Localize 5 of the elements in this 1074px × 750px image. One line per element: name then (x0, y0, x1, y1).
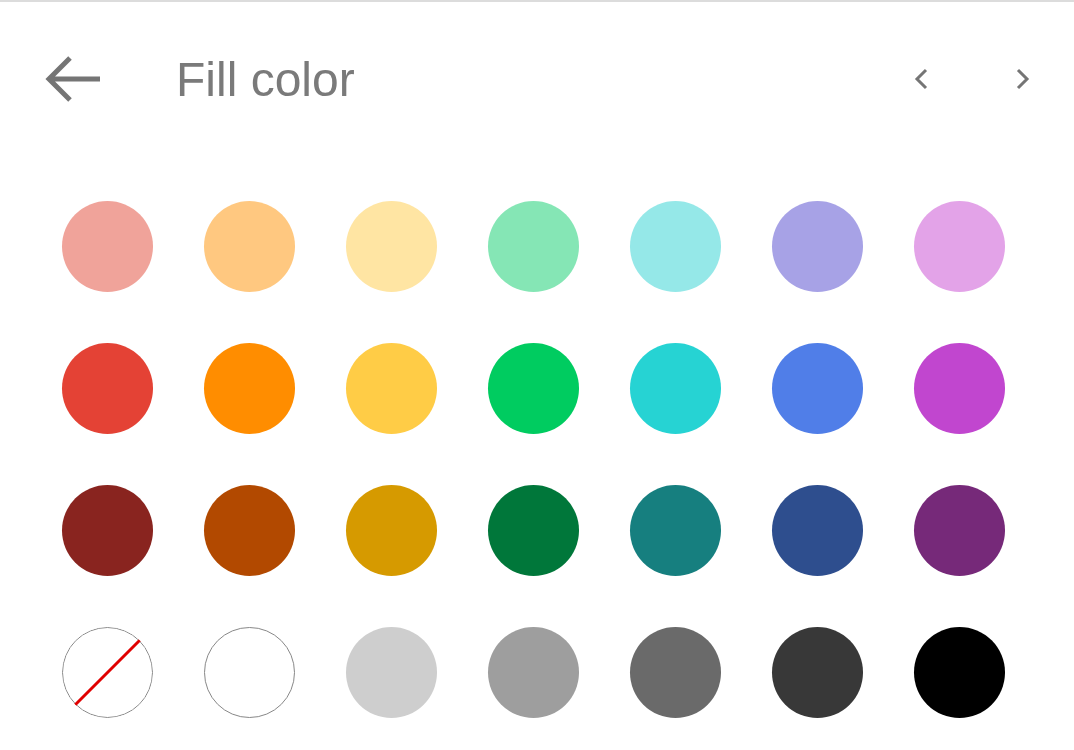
panel-title: Fill color (176, 51, 356, 107)
chevron-right-icon (1016, 68, 1030, 90)
no-fill-swatch[interactable] (61, 626, 153, 718)
chevron-left-icon (914, 68, 928, 90)
back-arrow-icon (44, 55, 102, 103)
